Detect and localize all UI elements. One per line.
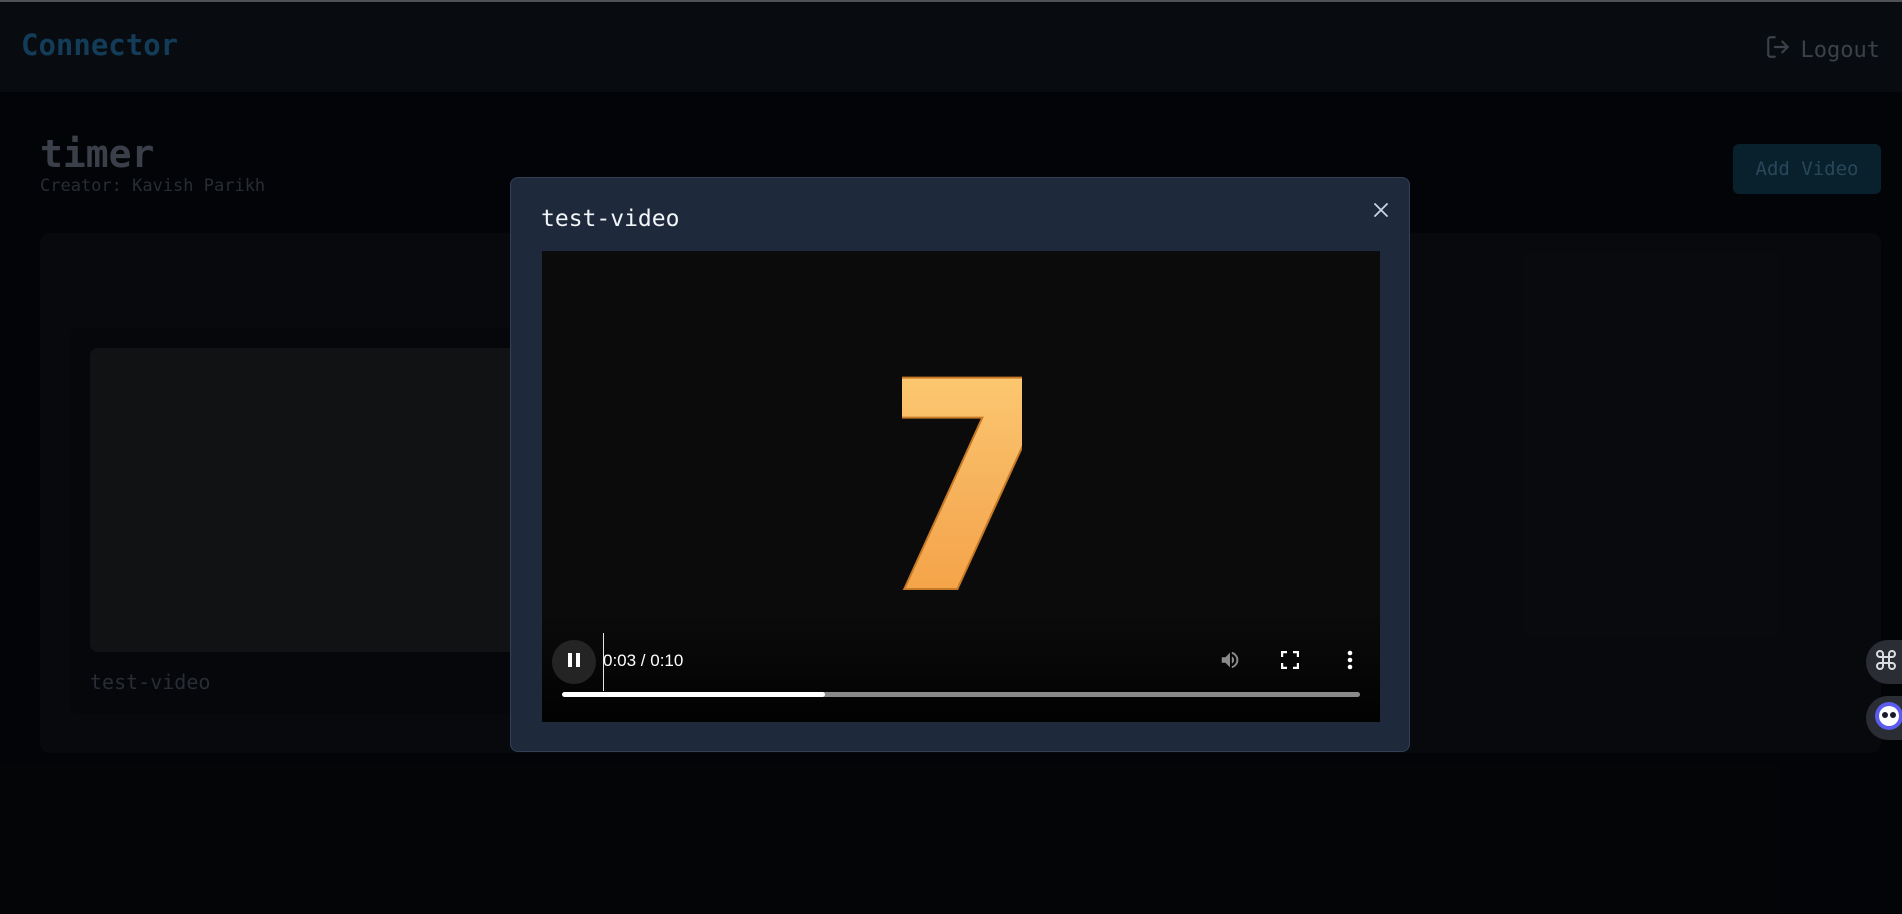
fullscreen-icon (1280, 650, 1300, 673)
close-button[interactable] (1369, 200, 1393, 224)
video-frame-number: 7 (902, 371, 1022, 601)
command-icon (1874, 648, 1898, 676)
progress-fill (562, 692, 826, 697)
close-icon (1373, 202, 1389, 222)
assistant-bot-icon (1874, 701, 1902, 735)
time-display: 0:03 / 0:10 (603, 651, 684, 670)
volume-icon (1219, 649, 1241, 675)
pause-button[interactable] (552, 640, 596, 684)
pause-icon (567, 652, 581, 672)
assistant-widget[interactable] (1866, 696, 1902, 740)
video-modal: test-video 7 0:03 / 0:10 (510, 177, 1410, 752)
volume-button[interactable] (1215, 647, 1245, 677)
more-options-button[interactable] (1335, 647, 1365, 677)
fullscreen-button[interactable] (1275, 647, 1305, 677)
progress-bar[interactable] (562, 692, 1360, 697)
modal-title: test-video (541, 206, 680, 232)
video-frame-content: 7 (860, 320, 1064, 659)
command-widget[interactable] (1866, 640, 1902, 684)
video-player[interactable]: 7 0:03 / 0:10 (542, 251, 1380, 722)
more-vertical-icon (1347, 650, 1353, 674)
